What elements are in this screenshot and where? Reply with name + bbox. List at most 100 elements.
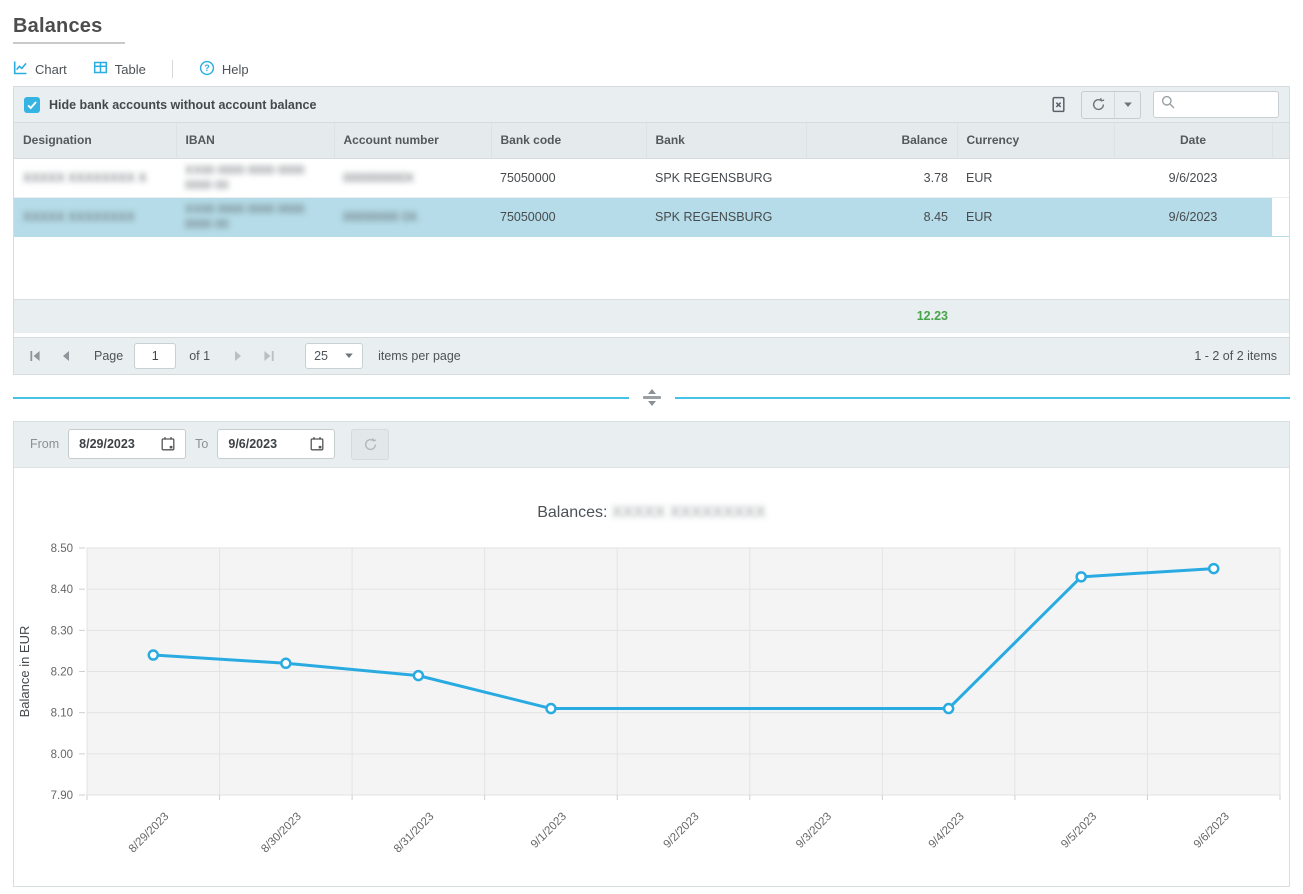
data-point-marker[interactable] [546,704,555,713]
hide-accounts-checkbox[interactable]: Hide bank accounts without account balan… [24,97,316,113]
row-scrollbar-spacer [1272,159,1289,198]
tab-separator [172,60,173,78]
pager: Page of 1 25 items per page 1 - 2 of 2 i… [14,337,1289,374]
refresh-split-button [1081,91,1141,119]
chart-refresh-button[interactable] [351,429,389,460]
date-filter-bar: From To [14,422,1289,468]
column-header-bank[interactable]: Bank [646,123,806,158]
column-header-currency[interactable]: Currency [957,123,1114,158]
x-axis-label: 9/6/2023 [1192,810,1232,850]
line-chart-canvas: 7.908.008.108.208.308.408.508/29/20238/3… [14,530,1289,886]
cell-bank: SPK REGENSBURG [646,198,806,237]
table-row[interactable]: XXXXX XXXXXXXX X XX00 0000 0000 0000 000… [14,159,1289,198]
page-title: Balances [13,13,1290,39]
cell-account-number-redacted: 000000000X [343,171,414,185]
cell-date: 9/6/2023 [1114,159,1272,198]
grid-toolbar-right [1048,91,1279,119]
x-axis-label: 9/1/2023 [529,810,569,850]
column-header-bank-code[interactable]: Bank code [491,123,646,158]
tab-chart-label: Chart [35,62,67,77]
splitter-handle-icon[interactable] [629,389,675,406]
y-axis-label: 8.20 [51,666,73,678]
checkbox-checked-icon[interactable] [24,97,40,113]
data-point-marker[interactable] [414,671,423,680]
from-date-input[interactable] [69,437,153,451]
calendar-icon [160,436,176,452]
chart-panel: From To [13,421,1290,887]
data-point-marker[interactable] [944,704,953,713]
x-axis-label: 9/5/2023 [1059,810,1099,850]
help-icon: ? [199,60,215,79]
table-row-selected[interactable]: XXXXX XXXXXXXX XX00 0000 0000 0000 0000 … [14,198,1289,237]
chart-title-account-redacted: XXXXX XXXXXXXXX [612,504,766,521]
column-header-account-number[interactable]: Account number [334,123,491,158]
balances-grid: Hide bank accounts without account balan… [13,86,1290,375]
balances-app: Balances Chart Table ? Help [0,0,1303,894]
x-axis-label: 8/31/2023 [392,810,437,855]
tab-table-label: Table [115,62,146,77]
cell-iban-redacted: XX00 0000 0000 0000 0000 00 [185,163,304,192]
page-size-value: 25 [314,349,328,363]
calendar-icon [309,436,325,452]
to-calendar-button[interactable] [302,430,332,458]
cell-account-number-redacted: 00000000 0X [343,210,417,224]
refresh-icon [363,437,378,452]
x-axis-label: 8/29/2023 [127,810,172,855]
y-axis-label: 8.30 [51,625,73,637]
cell-currency: EUR [957,198,1114,237]
items-per-page-label: items per page [378,349,461,363]
data-point-marker[interactable] [281,658,290,667]
from-calendar-button[interactable] [153,430,183,458]
tab-chart[interactable]: Chart [13,60,67,78]
y-axis-label: 8.10 [51,707,73,719]
tab-help[interactable]: ? Help [199,60,249,79]
table-icon [93,60,108,78]
pager-range-label: 1 - 2 of 2 items [1194,349,1281,363]
cell-bank: SPK REGENSBURG [646,159,806,198]
tab-table[interactable]: Table [93,60,146,78]
from-label: From [30,437,59,451]
refresh-options-caret[interactable] [1114,92,1140,118]
to-date-picker [217,429,335,459]
grid-refresh-button[interactable] [1082,92,1114,118]
pager-previous-button[interactable] [53,343,79,369]
data-point-marker[interactable] [149,650,158,659]
cell-bank-code: 75050000 [491,198,646,237]
balances-table-body: XXXXX XXXXXXXX X XX00 0000 0000 0000 000… [14,159,1289,238]
balances-table-header: Designation IBAN Account number Bank cod… [14,123,1289,159]
x-axis-label: 9/3/2023 [794,810,834,850]
data-point-marker[interactable] [1209,564,1218,573]
chart-title: Balances: XXXXX XXXXXXXXX [14,504,1289,530]
x-axis-label: 8/30/2023 [259,810,304,855]
tabstrip: Chart Table ? Help [13,56,1290,82]
balances-table-footer: 12.23 [14,299,1289,333]
to-label: To [195,437,208,451]
to-date-input[interactable] [218,437,302,451]
column-header-iban[interactable]: IBAN [176,123,334,158]
column-header-date[interactable]: Date [1114,123,1272,158]
page-number-input[interactable] [134,343,176,369]
page-of-label: of 1 [189,349,210,363]
chevron-down-icon [344,351,354,360]
x-axis-label: 9/4/2023 [927,810,967,850]
cell-designation-redacted: XXXXX XXXXXXXX X [23,171,147,185]
cell-bank-code: 75050000 [491,159,646,198]
cell-iban-redacted: XX00 0000 0000 0000 0000 00 [185,202,304,231]
svg-text:?: ? [204,63,210,73]
checkbox-label: Hide bank accounts without account balan… [49,98,316,112]
cell-balance: 8.45 [806,198,957,237]
data-point-marker[interactable] [1077,572,1086,581]
pager-first-button[interactable] [22,343,48,369]
title-underline [13,42,125,44]
export-excel-button[interactable] [1048,94,1069,115]
pager-last-button[interactable] [256,343,282,369]
column-header-balance[interactable]: Balance [806,123,957,158]
search-input[interactable] [1181,97,1271,113]
cell-date: 9/6/2023 [1114,198,1272,237]
pager-next-button[interactable] [225,343,251,369]
page-size-select[interactable]: 25 [305,343,363,369]
y-axis-label: 7.90 [51,790,73,802]
panel-splitter[interactable] [13,375,1290,421]
tab-help-label: Help [222,62,249,77]
column-header-designation[interactable]: Designation [14,123,176,158]
